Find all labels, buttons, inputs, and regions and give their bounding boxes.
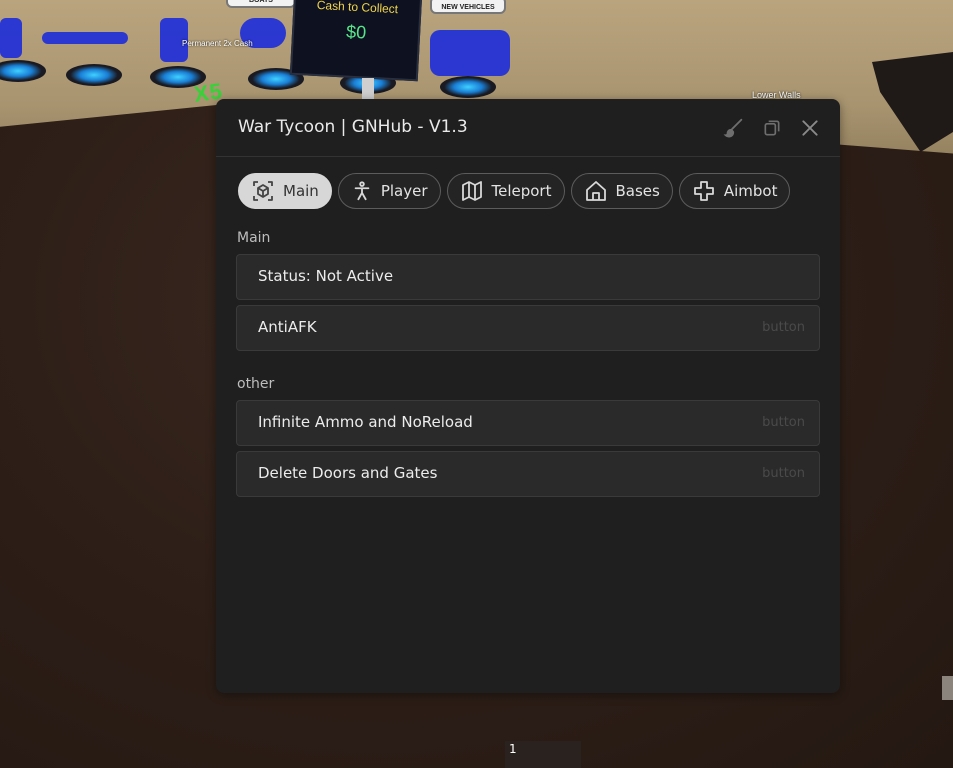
status-text: Status: Not Active — [258, 267, 394, 285]
button-hint: button — [762, 466, 805, 481]
tab-label: Aimbot — [723, 182, 778, 200]
blue-robot — [0, 18, 22, 58]
tab-player[interactable]: Player — [337, 173, 441, 209]
window-actions — [722, 116, 822, 140]
map-icon — [460, 179, 484, 203]
antiafk-button[interactable]: AntiAFK button — [236, 305, 820, 351]
side-prop — [942, 676, 953, 700]
cash-to-collect-sign: Cash to Collect $0 — [289, 0, 423, 82]
section-label-main: Main — [237, 230, 271, 246]
boats-sign: BOATS — [226, 0, 296, 8]
infinite-ammo-button[interactable]: Infinite Ammo and NoReload button — [236, 400, 820, 446]
tab-teleport[interactable]: Teleport — [446, 173, 565, 209]
gnhub-window: War Tycoon | GNHub - V1.3 Main Player Te… — [216, 99, 840, 693]
paintbrush-icon[interactable] — [722, 116, 746, 140]
permanent-cash-label: Permanent 2x Cash — [182, 39, 253, 48]
person-icon — [351, 180, 373, 202]
window-titlebar[interactable]: War Tycoon | GNHub - V1.3 — [216, 99, 840, 157]
tab-label: Player — [380, 182, 428, 200]
cash-sign-title: Cash to Collect — [316, 0, 399, 17]
delete-doors-button[interactable]: Delete Doors and Gates button — [236, 451, 820, 497]
blue-jet — [42, 32, 128, 44]
hotbar-slot-1[interactable]: 1 — [505, 741, 581, 768]
copy-icon[interactable] — [760, 116, 784, 140]
tab-label: Bases — [615, 182, 660, 200]
tab-aimbot[interactable]: Aimbot — [678, 173, 791, 209]
home-icon — [584, 179, 608, 203]
blue-tank — [430, 30, 510, 76]
tab-label: Teleport — [491, 182, 552, 200]
tab-bar: Main Player Teleport Bases Aimbot — [238, 173, 791, 209]
button-hint: button — [762, 415, 805, 430]
window-title: War Tycoon | GNHub - V1.3 — [238, 117, 468, 137]
tab-bases[interactable]: Bases — [570, 173, 673, 209]
button-label: Infinite Ammo and NoReload — [258, 413, 473, 431]
button-hint: button — [762, 320, 805, 335]
status-row: Status: Not Active — [236, 254, 820, 300]
hotbar-slot-number: 1 — [509, 742, 517, 756]
tab-main[interactable]: Main — [238, 173, 332, 209]
cash-sign-value: $0 — [345, 21, 367, 43]
close-icon[interactable] — [798, 116, 822, 140]
cube-icon — [251, 179, 275, 203]
button-label: Delete Doors and Gates — [258, 464, 438, 482]
new-vehicles-sign: NEW VEHICLES — [430, 0, 506, 14]
tab-label: Main — [283, 182, 319, 200]
button-label: AntiAFK — [258, 318, 317, 336]
sign-post — [362, 78, 374, 100]
section-label-other: other — [237, 376, 275, 392]
spawn-pad — [440, 76, 496, 98]
spawn-pad — [66, 64, 122, 86]
crosshair-plus-icon — [692, 179, 716, 203]
